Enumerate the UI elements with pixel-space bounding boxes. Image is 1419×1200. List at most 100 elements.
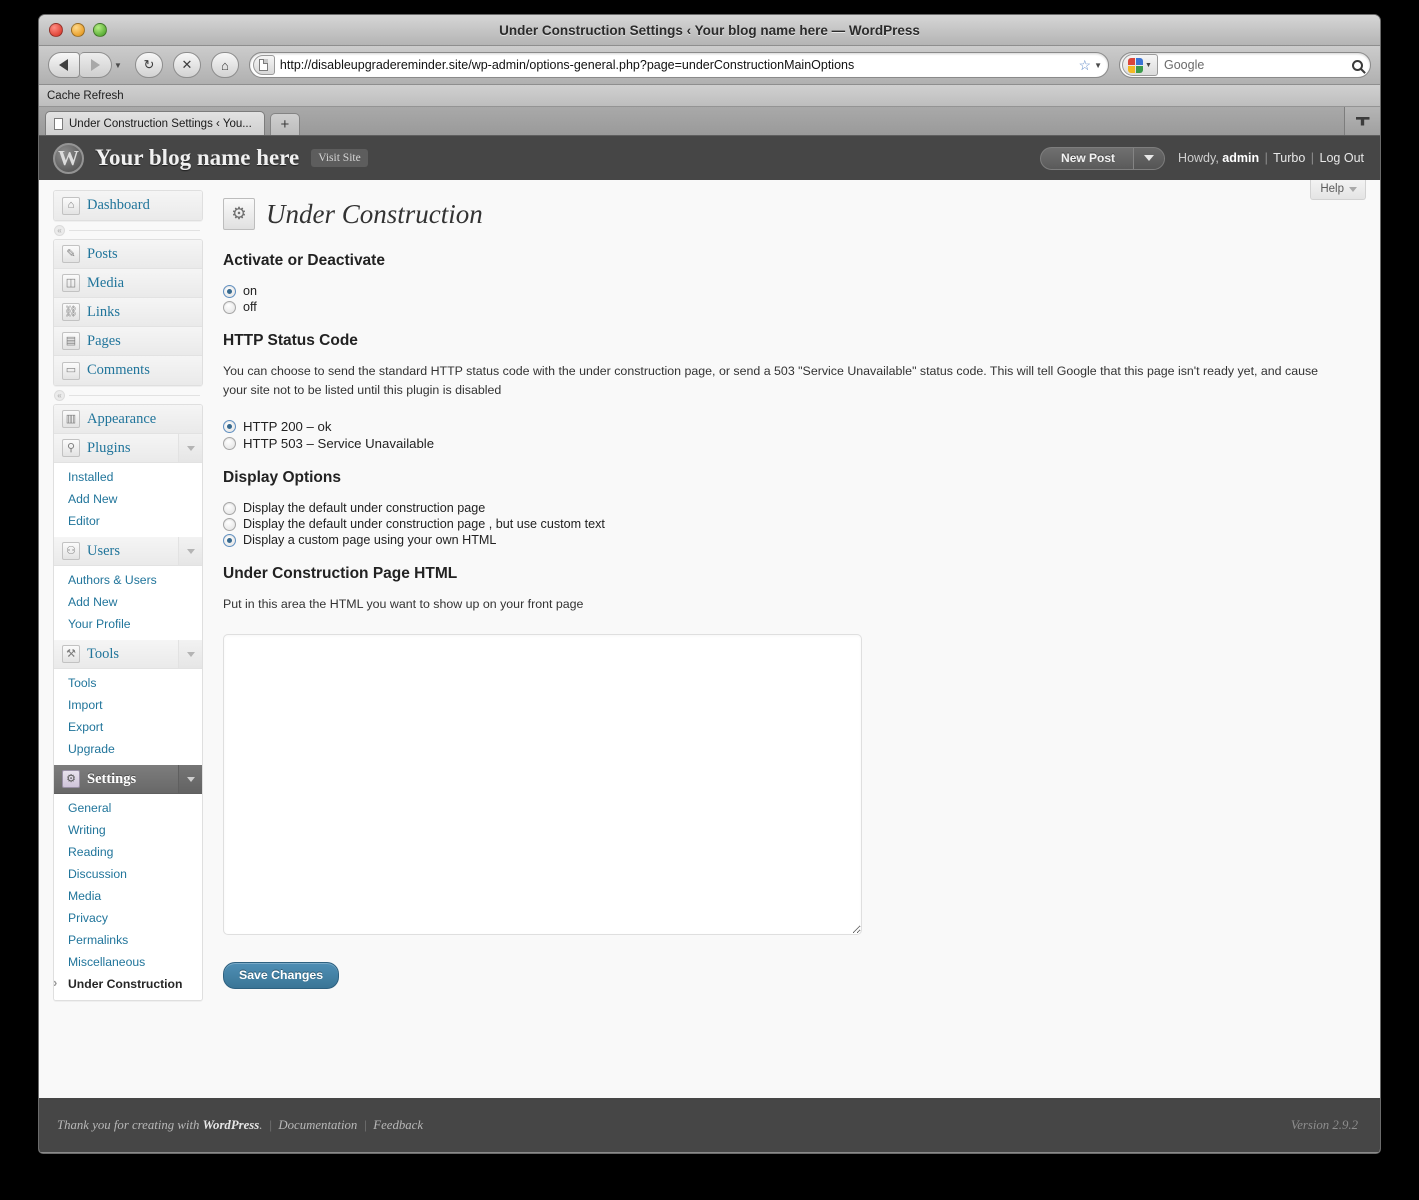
- bookmarks-bar: Cache Refresh: [39, 85, 1380, 107]
- sidebar-item-settings-permalinks[interactable]: Permalinks: [54, 929, 202, 951]
- media-icon: ◫: [62, 274, 80, 292]
- sidebar-item-settings-privacy[interactable]: Privacy: [54, 907, 202, 929]
- sidebar-item-plugins-editor[interactable]: Editor: [54, 510, 202, 532]
- reload-button[interactable]: ↻: [134, 52, 163, 78]
- expand-tools-button[interactable]: [178, 640, 202, 668]
- tab-list-button[interactable]: [1344, 107, 1380, 135]
- radio-http-200[interactable]: HTTP 200 – ok: [223, 419, 1358, 434]
- visit-site-button[interactable]: Visit Site: [311, 149, 368, 167]
- sidebar-item-users-your-profile[interactable]: Your Profile: [54, 613, 202, 635]
- search-bar[interactable]: ▼ Google: [1119, 52, 1371, 78]
- current-user[interactable]: admin: [1222, 151, 1259, 165]
- collapse-menu-icon[interactable]: «: [54, 225, 65, 236]
- feedback-link[interactable]: Feedback: [373, 1118, 423, 1132]
- blog-name[interactable]: Your blog name here: [95, 145, 299, 171]
- sidebar-item-settings[interactable]: ⚙ Settings: [54, 765, 202, 794]
- sidebar-item-comments[interactable]: ▭ Comments: [54, 356, 202, 385]
- radio-http-503[interactable]: HTTP 503 – Service Unavailable: [223, 436, 1358, 451]
- radio-label: Display a custom page using your own HTM…: [243, 533, 497, 547]
- gear-icon: ⚙: [62, 770, 80, 788]
- logout-link[interactable]: Log Out: [1320, 151, 1364, 165]
- sidebar-item-plugins-add-new[interactable]: Add New: [54, 488, 202, 510]
- history-dropdown-icon[interactable]: ▼: [114, 61, 122, 70]
- close-window-button[interactable]: [49, 23, 63, 37]
- radio-button-icon[interactable]: [223, 501, 236, 515]
- documentation-link[interactable]: Documentation: [278, 1118, 357, 1132]
- sidebar-item-dashboard[interactable]: ⌂ Dashboard: [54, 191, 202, 220]
- sidebar-item-tools-export[interactable]: Export: [54, 716, 202, 738]
- chevron-down-icon: [186, 651, 195, 657]
- sidebar-item-tools-import[interactable]: Import: [54, 694, 202, 716]
- radio-display-custom-html[interactable]: Display a custom page using your own HTM…: [223, 533, 1358, 547]
- sidebar-item-pages[interactable]: ▤ Pages: [54, 327, 202, 356]
- new-post-button[interactable]: New Post: [1040, 146, 1166, 170]
- menu-group-content: ✎ Posts ◫ Media ⛓ Links ▤ Pages ▭ Commen…: [53, 239, 203, 386]
- stop-button[interactable]: ✕: [172, 52, 201, 78]
- page-html-textarea[interactable]: [223, 633, 862, 935]
- close-icon: ✕: [181, 57, 193, 72]
- sidebar-item-media[interactable]: ◫ Media: [54, 269, 202, 298]
- sidebar-item-links[interactable]: ⛓ Links: [54, 298, 202, 327]
- sidebar-item-settings-general[interactable]: General: [54, 797, 202, 819]
- radio-activate-on[interactable]: on: [223, 284, 1358, 298]
- chevron-down-icon: [186, 445, 195, 451]
- sidebar-item-tools-tools[interactable]: Tools: [54, 672, 202, 694]
- sidebar-item-plugins-installed[interactable]: Installed: [54, 466, 202, 488]
- status-code-heading: HTTP Status Code: [223, 332, 358, 349]
- display-options-heading: Display Options: [223, 469, 341, 486]
- window-controls: [49, 23, 107, 37]
- turbo-link[interactable]: Turbo: [1273, 151, 1305, 165]
- new-tab-button[interactable]: +: [269, 113, 300, 135]
- back-button[interactable]: [48, 52, 80, 78]
- page-html-heading: Under Construction Page HTML: [223, 565, 458, 582]
- sidebar-item-label: Users: [87, 542, 121, 559]
- tab-under-construction-settings[interactable]: Under Construction Settings ‹ You...: [45, 111, 265, 135]
- address-bar[interactable]: http://disableupgradereminder.site/wp-ad…: [248, 52, 1109, 78]
- browser-toolbar: ▼ ↻ ✕ ⌂ http://disableupgradereminder.si…: [39, 46, 1380, 85]
- sidebar-item-settings-under-construction[interactable]: Under Construction: [54, 973, 202, 995]
- sidebar-item-users[interactable]: ⚇ Users: [54, 537, 202, 566]
- home-button[interactable]: ⌂: [210, 52, 239, 78]
- menu-separator: «: [54, 225, 200, 236]
- collapse-menu-icon[interactable]: «: [54, 390, 65, 401]
- sidebar-item-appearance[interactable]: ▥ Appearance: [54, 405, 202, 434]
- sidebar-item-settings-media[interactable]: Media: [54, 885, 202, 907]
- radio-button-icon[interactable]: [223, 300, 236, 314]
- sidebar-item-tools-upgrade[interactable]: Upgrade: [54, 738, 202, 760]
- radio-button-icon[interactable]: [223, 517, 236, 531]
- sidebar-item-users-add-new[interactable]: Add New: [54, 591, 202, 613]
- forward-button[interactable]: [80, 52, 112, 78]
- sidebar-item-posts[interactable]: ✎ Posts: [54, 240, 202, 269]
- minimize-window-button[interactable]: [71, 23, 85, 37]
- radio-display-default-custom-text[interactable]: Display the default under construction p…: [223, 517, 1358, 531]
- bookmark-star-icon[interactable]: ☆: [1079, 57, 1092, 74]
- wordpress-logo-icon[interactable]: W: [53, 142, 84, 174]
- sidebar-item-settings-reading[interactable]: Reading: [54, 841, 202, 863]
- sidebar-item-tools[interactable]: ⚒ Tools: [54, 640, 202, 669]
- save-changes-button[interactable]: Save Changes: [223, 961, 340, 989]
- expand-settings-button[interactable]: [178, 765, 202, 793]
- chevron-down-icon[interactable]: ▼: [1094, 61, 1102, 70]
- sidebar-item-settings-writing[interactable]: Writing: [54, 819, 202, 841]
- search-icon[interactable]: [1352, 59, 1363, 71]
- zoom-window-button[interactable]: [93, 23, 107, 37]
- expand-plugins-button[interactable]: [178, 434, 202, 462]
- sidebar-item-plugins[interactable]: ⚲ Plugins: [54, 434, 202, 463]
- cache-refresh-button[interactable]: Cache Refresh: [47, 90, 124, 102]
- sidebar-item-settings-miscellaneous[interactable]: Miscellaneous: [54, 951, 202, 973]
- radio-display-default[interactable]: Display the default under construction p…: [223, 501, 1358, 515]
- radio-button-icon[interactable]: [223, 420, 236, 433]
- radio-button-icon[interactable]: [223, 437, 236, 450]
- sidebar-item-settings-discussion[interactable]: Discussion: [54, 863, 202, 885]
- wordpress-link[interactable]: WordPress: [203, 1118, 260, 1132]
- radio-button-icon[interactable]: [223, 284, 236, 298]
- radio-activate-off[interactable]: off: [223, 300, 1358, 314]
- search-input[interactable]: Google: [1164, 58, 1352, 72]
- help-button[interactable]: Help: [1310, 180, 1366, 200]
- expand-users-button[interactable]: [178, 537, 202, 565]
- search-engine-selector[interactable]: ▼: [1122, 54, 1158, 76]
- sidebar-item-users-authors[interactable]: Authors & Users: [54, 569, 202, 591]
- radio-button-icon[interactable]: [223, 533, 236, 547]
- new-post-dropdown-button[interactable]: [1134, 147, 1165, 169]
- submenu-settings: General Writing Reading Discussion Media…: [54, 794, 202, 1000]
